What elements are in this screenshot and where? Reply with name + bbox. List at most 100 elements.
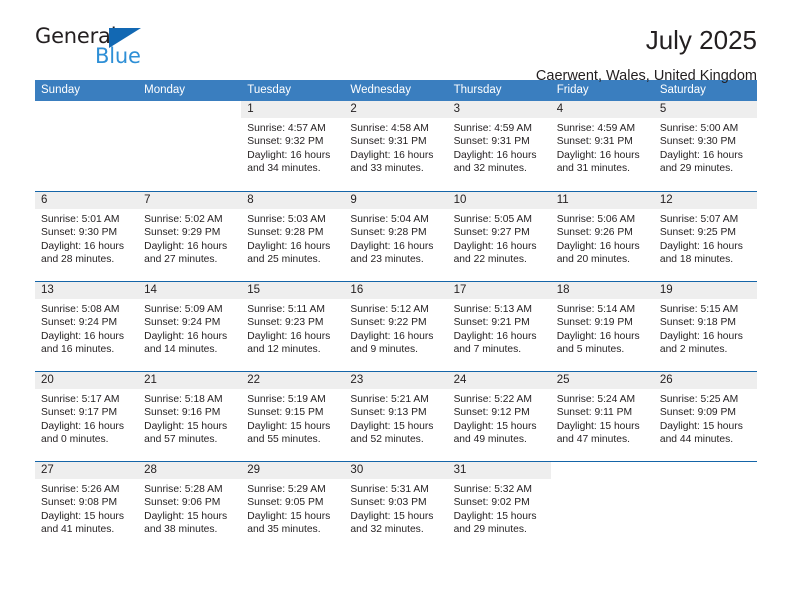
- day-cell[interactable]: 3 Sunrise: 4:59 AM Sunset: 9:31 PM Dayli…: [447, 101, 551, 191]
- day-cell[interactable]: 30 Sunrise: 5:31 AM Sunset: 9:03 PM Dayl…: [344, 462, 448, 551]
- day-cell[interactable]: [550, 462, 654, 551]
- day-number: 21: [144, 374, 157, 386]
- day-cell[interactable]: 24 Sunrise: 5:22 AM Sunset: 9:12 PM Dayl…: [447, 372, 551, 461]
- day-info: Sunrise: 5:04 AM Sunset: 9:28 PM Dayligh…: [344, 209, 447, 267]
- day-cell[interactable]: 28 Sunrise: 5:28 AM Sunset: 9:06 PM Dayl…: [138, 462, 242, 551]
- day-cell[interactable]: 7 Sunrise: 5:02 AM Sunset: 9:29 PM Dayli…: [138, 192, 242, 281]
- sunset-text: Sunset: 9:24 PM: [144, 317, 221, 329]
- general-blue-logo[interactable]: General Blue: [35, 26, 155, 72]
- daylight-text-line2: and 31 minutes.: [556, 163, 630, 175]
- daynum-strip: 25: [550, 372, 654, 389]
- day-cell[interactable]: 14 Sunrise: 5:09 AM Sunset: 9:24 PM Dayl…: [138, 282, 242, 371]
- sunrise-text: Sunrise: 5:11 AM: [247, 304, 325, 315]
- day-number: 1: [247, 103, 254, 115]
- day-cell[interactable]: 1 Sunrise: 4:57 AM Sunset: 9:32 PM Dayli…: [241, 101, 345, 191]
- day-info: Sunrise: 4:57 AM Sunset: 9:32 PM Dayligh…: [241, 118, 344, 176]
- sunset-text: Sunset: 9:27 PM: [453, 227, 530, 239]
- day-info: [654, 479, 757, 483]
- sunset-text: Sunset: 9:30 PM: [41, 227, 118, 239]
- day-cell[interactable]: 20 Sunrise: 5:17 AM Sunset: 9:17 PM Dayl…: [35, 372, 139, 461]
- day-cell[interactable]: 16 Sunrise: 5:12 AM Sunset: 9:22 PM Dayl…: [344, 282, 448, 371]
- day-cell[interactable]: 23 Sunrise: 5:21 AM Sunset: 9:13 PM Dayl…: [344, 372, 448, 461]
- day-cell[interactable]: 22 Sunrise: 5:19 AM Sunset: 9:15 PM Dayl…: [241, 372, 345, 461]
- daylight-text-line2: and 32 minutes.: [350, 524, 424, 536]
- day-info: Sunrise: 5:25 AM Sunset: 9:09 PM Dayligh…: [654, 389, 757, 447]
- day-cell[interactable]: 5 Sunrise: 5:00 AM Sunset: 9:30 PM Dayli…: [653, 101, 757, 191]
- sunset-text: Sunset: 9:03 PM: [350, 497, 427, 509]
- day-cell[interactable]: 11 Sunrise: 5:06 AM Sunset: 9:26 PM Dayl…: [550, 192, 654, 281]
- daylight-text-line1: Daylight: 16 hours: [41, 240, 124, 252]
- sunset-text: Sunset: 9:29 PM: [144, 227, 221, 239]
- day-cell[interactable]: 12 Sunrise: 5:07 AM Sunset: 9:25 PM Dayl…: [653, 192, 757, 281]
- weekday-friday: Friday: [556, 84, 589, 96]
- day-cell[interactable]: 15 Sunrise: 5:11 AM Sunset: 9:23 PM Dayl…: [241, 282, 345, 371]
- daylight-text-line1: Daylight: 16 hours: [453, 330, 537, 342]
- sunrise-text: Sunrise: 5:17 AM: [41, 394, 120, 405]
- page-title: July 2025: [645, 25, 757, 55]
- weekday-saturday: Saturday: [659, 84, 706, 96]
- sunset-text: Sunset: 9:30 PM: [659, 136, 736, 148]
- daylight-text-line2: and 28 minutes.: [41, 254, 115, 266]
- sunrise-text: Sunrise: 5:08 AM: [41, 304, 120, 315]
- day-cell[interactable]: 25 Sunrise: 5:24 AM Sunset: 9:11 PM Dayl…: [550, 372, 654, 461]
- day-number: 22: [247, 374, 261, 386]
- day-cell[interactable]: 2 Sunrise: 4:58 AM Sunset: 9:31 PM Dayli…: [344, 101, 448, 191]
- day-cell[interactable]: 13 Sunrise: 5:08 AM Sunset: 9:24 PM Dayl…: [35, 282, 139, 371]
- day-cell[interactable]: 21 Sunrise: 5:18 AM Sunset: 9:16 PM Dayl…: [138, 372, 242, 461]
- day-cell[interactable]: 6 Sunrise: 5:01 AM Sunset: 9:30 PM Dayli…: [35, 192, 139, 281]
- daynum-strip: 2: [344, 101, 448, 118]
- day-info: Sunrise: 5:07 AM Sunset: 9:25 PM Dayligh…: [654, 209, 757, 267]
- day-cell[interactable]: [653, 462, 757, 551]
- daylight-text-line1: Daylight: 15 hours: [247, 510, 331, 522]
- title-block: July 2025 Caerwent, Wales, United Kingdo…: [536, 26, 757, 85]
- day-cell[interactable]: 9 Sunrise: 5:04 AM Sunset: 9:28 PM Dayli…: [344, 192, 448, 281]
- daylight-text-line1: Daylight: 15 hours: [41, 510, 124, 522]
- logo-text-blue: Blue: [95, 44, 141, 68]
- day-cell[interactable]: 26 Sunrise: 5:25 AM Sunset: 9:09 PM Dayl…: [653, 372, 757, 461]
- day-cell[interactable]: 4 Sunrise: 4:59 AM Sunset: 9:31 PM Dayli…: [550, 101, 654, 191]
- sunrise-text: Sunrise: 4:59 AM: [453, 123, 532, 134]
- day-info: Sunrise: 5:29 AM Sunset: 9:05 PM Dayligh…: [241, 479, 344, 537]
- daylight-text-line1: Daylight: 16 hours: [556, 240, 640, 252]
- day-info: Sunrise: 5:02 AM Sunset: 9:29 PM Dayligh…: [138, 209, 241, 267]
- sunset-text: Sunset: 9:15 PM: [247, 407, 324, 419]
- day-cell[interactable]: [138, 101, 242, 191]
- sunrise-text: Sunrise: 5:15 AM: [659, 304, 739, 315]
- day-number: 31: [453, 464, 467, 476]
- day-number: 28: [144, 464, 157, 476]
- sunset-text: Sunset: 9:02 PM: [453, 497, 530, 509]
- day-cell[interactable]: 27 Sunrise: 5:26 AM Sunset: 9:08 PM Dayl…: [35, 462, 139, 551]
- daylight-text-line2: and 16 minutes.: [41, 344, 115, 356]
- sunrise-text: Sunrise: 5:02 AM: [144, 214, 223, 225]
- daynum-strip: 27: [35, 462, 139, 479]
- week-row: 13 Sunrise: 5:08 AM Sunset: 9:24 PM Dayl…: [35, 281, 757, 371]
- day-cell[interactable]: [35, 101, 139, 191]
- day-info: Sunrise: 5:06 AM Sunset: 9:26 PM Dayligh…: [551, 209, 654, 267]
- day-cell[interactable]: 10 Sunrise: 5:05 AM Sunset: 9:27 PM Dayl…: [447, 192, 551, 281]
- daylight-text-line2: and 14 minutes.: [144, 344, 218, 356]
- daylight-text-line1: Daylight: 16 hours: [556, 330, 640, 342]
- sunrise-text: Sunrise: 5:05 AM: [453, 214, 532, 225]
- day-cell[interactable]: 17 Sunrise: 5:13 AM Sunset: 9:21 PM Dayl…: [447, 282, 551, 371]
- daynum-strip: 3: [447, 101, 551, 118]
- daynum-strip: 22: [241, 372, 345, 389]
- daylight-text-line2: and 47 minutes.: [556, 434, 630, 446]
- daylight-text-line2: and 23 minutes.: [350, 254, 424, 266]
- daylight-text-line1: Daylight: 16 hours: [247, 240, 331, 252]
- day-cell[interactable]: 19 Sunrise: 5:15 AM Sunset: 9:18 PM Dayl…: [653, 282, 757, 371]
- day-number: 13: [41, 284, 54, 296]
- day-cell[interactable]: 18 Sunrise: 5:14 AM Sunset: 9:19 PM Dayl…: [550, 282, 654, 371]
- daynum-strip: 10: [447, 192, 551, 209]
- day-cell[interactable]: 31 Sunrise: 5:32 AM Sunset: 9:02 PM Dayl…: [447, 462, 551, 551]
- day-info: Sunrise: 5:13 AM Sunset: 9:21 PM Dayligh…: [448, 299, 551, 357]
- day-cell[interactable]: 29 Sunrise: 5:29 AM Sunset: 9:05 PM Dayl…: [241, 462, 345, 551]
- daylight-text-line2: and 29 minutes.: [453, 524, 527, 536]
- daylight-text-line2: and 29 minutes.: [659, 163, 734, 175]
- weekday-thursday: Thursday: [453, 84, 502, 96]
- daynum-strip: [654, 462, 757, 479]
- day-cell[interactable]: 8 Sunrise: 5:03 AM Sunset: 9:28 PM Dayli…: [241, 192, 345, 281]
- daynum-strip: 6: [35, 192, 139, 209]
- daylight-text-line2: and 9 minutes.: [350, 344, 418, 356]
- daylight-text-line2: and 2 minutes.: [659, 344, 728, 356]
- sunset-text: Sunset: 9:08 PM: [41, 497, 118, 509]
